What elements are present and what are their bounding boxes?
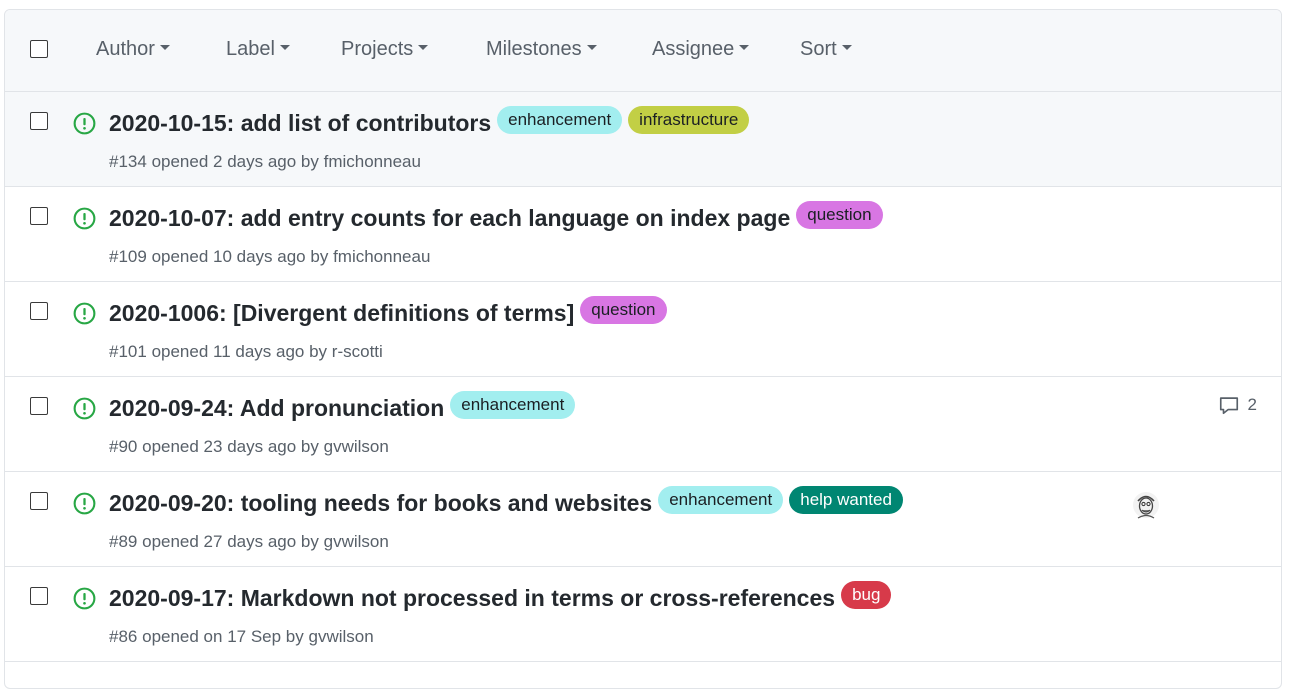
issue-title-line: 2020-10-15: add list of contributors enha…: [109, 106, 755, 137]
issues-list-header: Author Label Projects Milestones Assigne…: [5, 10, 1281, 92]
issue-opened-text: opened 2 days ago by: [151, 152, 319, 171]
issue-label[interactable]: enhancement: [450, 391, 576, 419]
sort-label: Sort: [800, 38, 837, 60]
issue-number: #109: [109, 247, 147, 266]
issues-list-panel: Author Label Projects Milestones Assigne…: [4, 9, 1282, 689]
assignee-filter-dropdown[interactable]: Assignee: [652, 38, 750, 61]
issue-meta: #89 opened 27 days ago by gvwilson: [109, 532, 389, 552]
issue-meta: #101 opened 11 days ago by r-scotti: [109, 342, 383, 362]
label-filter-label: Label: [226, 38, 275, 60]
issue-label[interactable]: bug: [841, 581, 892, 609]
filter-bar: Author Label Projects Milestones Assigne…: [5, 10, 1281, 91]
issue-checkbox[interactable]: [30, 302, 48, 320]
issue-opened-icon: [73, 112, 96, 135]
issue-meta: #109 opened 10 days ago by fmichonneau: [109, 247, 430, 267]
issue-row[interactable]: 2020-10-07: add entry counts for each la…: [5, 187, 1281, 282]
issue-author-link[interactable]: fmichonneau: [324, 152, 421, 171]
issue-author-link[interactable]: fmichonneau: [333, 247, 430, 266]
author-filter-label: Author: [96, 38, 155, 60]
issue-opened-text: opened 23 days ago by: [142, 437, 319, 456]
issue-label[interactable]: infrastructure: [628, 106, 750, 134]
issue-checkbox[interactable]: [30, 492, 48, 510]
issue-label[interactable]: help wanted: [789, 486, 903, 514]
label-filter-dropdown[interactable]: Label: [226, 38, 290, 61]
issue-title-link[interactable]: 2020-09-24: Add pronunciation: [109, 395, 444, 422]
issue-author-link[interactable]: gvwilson: [324, 437, 389, 456]
issue-label[interactable]: enhancement: [497, 106, 623, 134]
issue-number: #86: [109, 627, 138, 646]
issue-row[interactable]: 2020-09-24: Add pronunciation enhancement…: [5, 377, 1281, 472]
issue-author-link[interactable]: gvwilson: [324, 532, 389, 551]
issue-number: #134: [109, 152, 147, 171]
issue-opened-icon: [73, 587, 96, 610]
issue-row[interactable]: 2020-09-17: Markdown not processed in te…: [5, 567, 1281, 662]
issue-row[interactable]: 2020-1006: [Divergent definitions of ter…: [5, 282, 1281, 377]
issue-title-line: 2020-10-07: add entry counts for each la…: [109, 201, 889, 232]
issue-opened-icon: [73, 397, 96, 420]
chevron-down-icon: [159, 45, 170, 51]
sort-dropdown[interactable]: Sort: [800, 38, 852, 61]
issue-row[interactable]: 2020-09-20: tooling needs for books and …: [5, 472, 1281, 567]
issue-opened-text: opened on 17 Sep by: [142, 627, 304, 646]
issue-checkbox[interactable]: [30, 207, 48, 225]
issue-checkbox[interactable]: [30, 112, 48, 130]
milestones-filter-label: Milestones: [486, 38, 582, 60]
issue-checkbox[interactable]: [30, 587, 48, 605]
comments-link[interactable]: 2: [1218, 394, 1257, 416]
issue-meta: #90 opened 23 days ago by gvwilson: [109, 437, 389, 457]
issue-title-link[interactable]: 2020-09-20: tooling needs for books and …: [109, 490, 652, 517]
issue-opened-icon: [73, 207, 96, 230]
comment-count: 2: [1247, 395, 1257, 414]
issue-opened-text: opened 10 days ago by: [151, 247, 329, 266]
issue-number: #101: [109, 342, 147, 361]
issue-number: #90: [109, 437, 138, 456]
chevron-down-icon: [841, 45, 852, 51]
assignee-filter-label: Assignee: [652, 38, 735, 60]
chevron-down-icon: [586, 45, 597, 51]
assignee-avatar[interactable]: [1132, 491, 1160, 521]
issue-title-link[interactable]: 2020-1006: [Divergent definitions of ter…: [109, 300, 574, 327]
issue-title-line: 2020-1006: [Divergent definitions of ter…: [109, 296, 673, 327]
issue-label[interactable]: question: [796, 201, 883, 229]
chevron-down-icon: [279, 45, 290, 51]
issue-title-link[interactable]: 2020-10-15: add list of contributors: [109, 110, 491, 137]
issue-opened-icon: [73, 302, 96, 325]
issue-title-line: 2020-09-20: tooling needs for books and …: [109, 486, 909, 517]
issue-title-link[interactable]: 2020-10-07: add entry counts for each la…: [109, 205, 790, 232]
projects-filter-label: Projects: [341, 38, 414, 60]
issue-author-link[interactable]: gvwilson: [309, 627, 374, 646]
issue-meta: #134 opened 2 days ago by fmichonneau: [109, 152, 421, 172]
issue-meta: #86 opened on 17 Sep by gvwilson: [109, 627, 374, 647]
chevron-down-icon: [418, 45, 429, 51]
comment-icon: [1219, 397, 1238, 415]
issue-title-line: 2020-09-17: Markdown not processed in te…: [109, 581, 897, 612]
issue-opened-icon: [73, 492, 96, 515]
milestones-filter-dropdown[interactable]: Milestones: [486, 38, 597, 61]
issue-row[interactable]: 2020-10-15: add list of contributors enha…: [5, 92, 1281, 187]
issue-author-link[interactable]: r-scotti: [332, 342, 383, 361]
projects-filter-dropdown[interactable]: Projects: [341, 38, 429, 61]
chevron-down-icon: [739, 45, 750, 51]
issue-number: #89: [109, 532, 138, 551]
issue-opened-text: opened 11 days ago by: [151, 342, 328, 361]
issue-opened-text: opened 27 days ago by: [142, 532, 319, 551]
issue-title-line: 2020-09-24: Add pronunciation enhancement: [109, 391, 581, 422]
issue-label[interactable]: question: [580, 296, 667, 324]
issue-checkbox[interactable]: [30, 397, 48, 415]
issue-label[interactable]: enhancement: [658, 486, 784, 514]
issue-title-link[interactable]: 2020-09-17: Markdown not processed in te…: [109, 585, 835, 612]
author-filter-dropdown[interactable]: Author: [96, 38, 170, 61]
